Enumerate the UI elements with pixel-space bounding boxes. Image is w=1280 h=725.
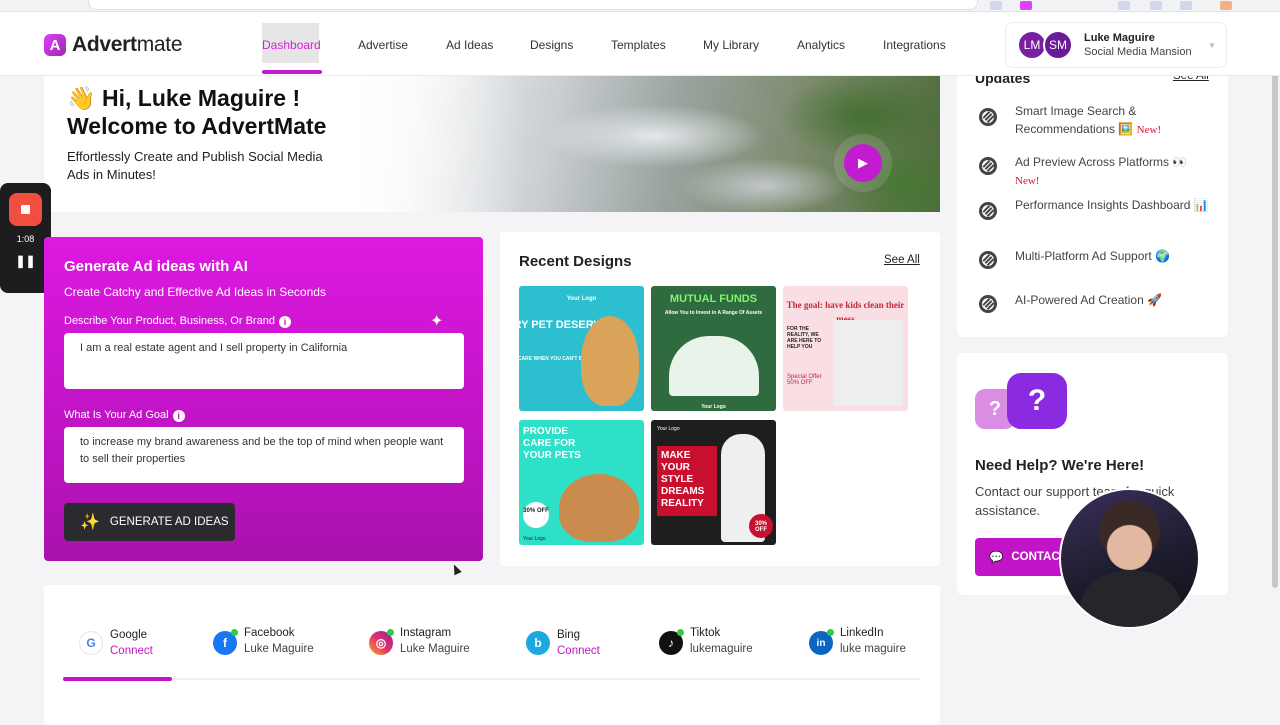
- hero-fade: [344, 76, 524, 212]
- user-menu[interactable]: LM SM Luke Maguire Social Media Mansion …: [1005, 22, 1227, 68]
- nav-my-library[interactable]: My Library: [703, 38, 759, 52]
- update-icon: [979, 202, 997, 220]
- nav-designs[interactable]: Designs: [530, 38, 573, 52]
- design-thumbnail[interactable]: PROVIDE CARE FOR YOUR PETS 30% OFF Your …: [519, 420, 644, 545]
- user-organization: Social Media Mansion: [1084, 46, 1192, 58]
- logo-mark-icon: A: [44, 34, 66, 56]
- hero-subtitle: Effortlessly Create and Publish Social M…: [67, 149, 323, 182]
- bing-icon: b: [526, 631, 550, 655]
- extension-icon[interactable]: [990, 1, 1002, 10]
- update-icon: [979, 295, 997, 313]
- extension-icon[interactable]: [1020, 1, 1032, 10]
- workspace-avatar: SM: [1043, 30, 1073, 60]
- active-tab-underline: [63, 677, 172, 681]
- chat-icon: 💬: [989, 552, 1004, 564]
- webcam-overlay: [1059, 488, 1200, 629]
- nav-dashboard[interactable]: Dashboard: [262, 38, 321, 52]
- recent-designs-title: Recent Designs: [519, 253, 632, 270]
- page-scrollbar[interactable]: [1272, 62, 1278, 588]
- connected-dot: [231, 629, 238, 636]
- nav-analytics[interactable]: Analytics: [797, 38, 845, 52]
- nav-templates[interactable]: Templates: [611, 38, 666, 52]
- info-icon[interactable]: i: [278, 316, 291, 328]
- product-description-input[interactable]: I am a real estate agent and I sell prop…: [64, 333, 464, 389]
- play-icon: ▶: [858, 155, 868, 170]
- help-title: Need Help? We're Here!: [975, 457, 1145, 474]
- update-icon: [979, 108, 997, 126]
- generate-button-label: GENERATE AD IDEAS: [109, 516, 229, 528]
- logo-text: Advertmate: [72, 33, 183, 56]
- nav-integrations[interactable]: Integrations: [883, 38, 946, 52]
- generate-ad-ideas-button[interactable]: ✨ GENERATE AD IDEAS: [64, 503, 235, 541]
- connect-link[interactable]: Connect: [110, 645, 153, 657]
- connected-dot: [827, 629, 834, 636]
- welcome-heading: 👋 Hi, Luke Maguire ! Welcome to AdvertMa…: [67, 84, 326, 140]
- play-video-button[interactable]: ▶: [844, 144, 882, 182]
- ad-goal-input[interactable]: to increase my brand awareness and be th…: [64, 427, 464, 483]
- info-icon[interactable]: i: [172, 410, 185, 422]
- browser-toolbar: [0, 0, 1280, 12]
- new-badge: New!: [1015, 175, 1040, 187]
- recent-designs-panel: Recent Designs See All Your Logo EVERY P…: [500, 232, 940, 566]
- ai-panel-title: Generate Ad ideas with AI: [64, 258, 248, 275]
- magic-wand-icon: ✨: [80, 514, 100, 531]
- profile-icon[interactable]: [1220, 1, 1232, 10]
- family-photo: [833, 320, 903, 406]
- connect-link[interactable]: Connect: [557, 645, 600, 657]
- social-connections-panel: G Google Connect f Facebook Luke Maguire…: [44, 585, 940, 725]
- chart-illustration: [669, 336, 759, 396]
- welcome-text: Welcome to AdvertMate: [67, 113, 327, 139]
- extension-icon[interactable]: [1180, 1, 1192, 10]
- ai-ad-generator-panel: Generate Ad ideas with AI Create Catchy …: [44, 237, 483, 561]
- design-thumbnail[interactable]: Your Logo EVERY PET DESERVES TRUE CARE W…: [519, 286, 644, 411]
- google-icon: G: [79, 631, 103, 655]
- design-thumbnail[interactable]: MUTUAL FUNDS Allow You to Invest in A Ra…: [651, 286, 776, 411]
- greeting-text: 👋 Hi, Luke Maguire !: [67, 85, 301, 111]
- dogs-image: [559, 474, 639, 542]
- goal-field-label: What Is Your Ad Goal i: [64, 409, 185, 422]
- design-thumbnail[interactable]: MAKE YOUR STYLE DREAMS REALITY 30% OFF Y…: [651, 420, 776, 545]
- welcome-hero: 👋 Hi, Luke Maguire ! Welcome to AdvertMa…: [44, 76, 940, 212]
- extension-icon[interactable]: [1150, 1, 1162, 10]
- update-icon: [979, 157, 997, 175]
- question-bubble-icon: ?: [1007, 373, 1067, 429]
- update-icon: [979, 251, 997, 269]
- product-field-label: Describe Your Product, Business, Or Bran…: [64, 315, 291, 328]
- connected-dot: [387, 629, 394, 636]
- dog-image: [581, 316, 639, 406]
- design-thumbnail[interactable]: The goal: have kids clean their mess FOR…: [783, 286, 908, 411]
- nav-ad-ideas[interactable]: Ad Ideas: [446, 38, 493, 52]
- user-name: Luke Maguire: [1084, 32, 1155, 44]
- mouse-cursor-icon: [450, 562, 462, 576]
- extension-icon[interactable]: [1118, 1, 1130, 10]
- chevron-down-icon[interactable]: ▼: [1208, 41, 1216, 50]
- sparkle-icon: ✦: [430, 313, 444, 330]
- address-bar[interactable]: [88, 0, 978, 10]
- new-badge: New!: [1136, 124, 1162, 136]
- updates-panel: Updates See All Smart Image Search & Rec…: [957, 64, 1228, 337]
- advertmate-logo[interactable]: A Advertmate: [44, 33, 183, 57]
- tabs-divider: [63, 678, 920, 680]
- recent-designs-see-all-link[interactable]: See All: [884, 254, 920, 266]
- stop-recording-button[interactable]: [9, 193, 42, 226]
- connected-dot: [677, 629, 684, 636]
- nav-active-underline: [262, 70, 322, 74]
- ai-panel-subtitle: Create Catchy and Effective Ad Ideas in …: [64, 285, 326, 299]
- nav-advertise[interactable]: Advertise: [358, 38, 408, 52]
- top-navigation: A Advertmate Dashboard Advertise Ad Idea…: [0, 12, 1280, 76]
